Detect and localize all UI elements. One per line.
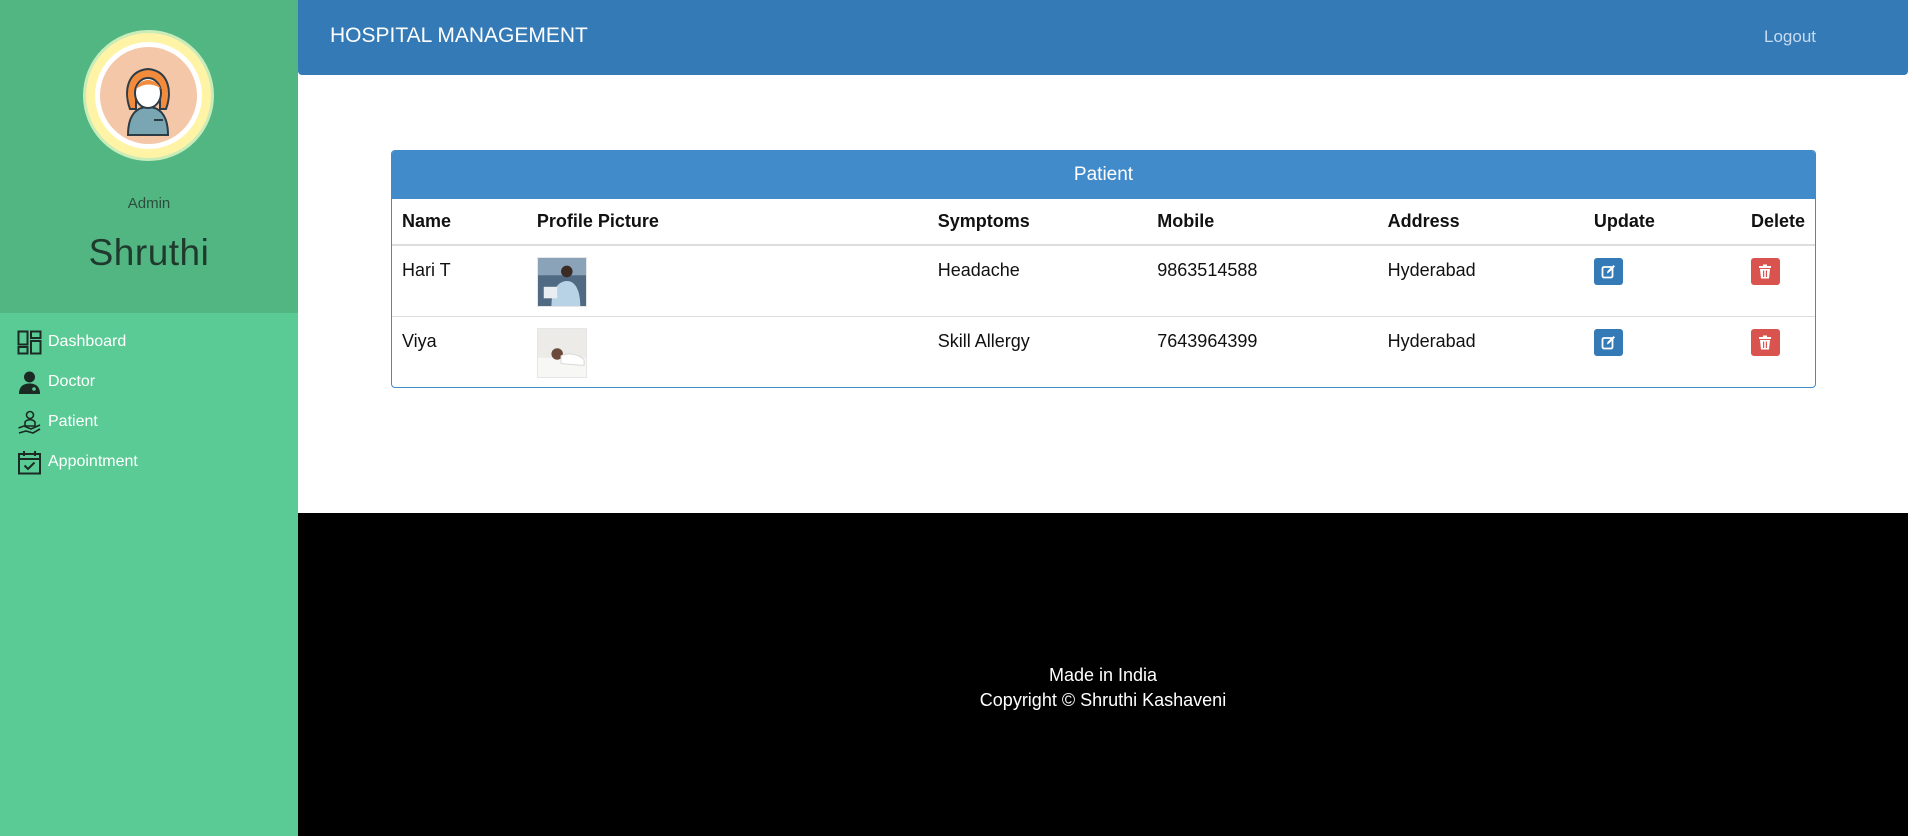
footer: Made in India Copyright © Shruthi Kashav… [298,513,1908,836]
avatar [83,30,214,161]
delete-button[interactable] [1750,328,1780,356]
column-header: Address [1377,199,1584,246]
footer-made-in: Made in India [1048,665,1158,685]
admin-avatar-icon [100,47,197,144]
doctor-icon [19,371,40,394]
column-header: Profile Picture [526,199,928,246]
footer-copyright: Copyright © Shruthi Kashaveni [979,690,1227,710]
column-header: Mobile [1147,199,1378,246]
app-page: Admin Shruthi Dashboard Doctor Patient A… [0,0,1913,836]
patient-name: Hari T [402,260,451,280]
patient-name: Viya [392,315,527,387]
panel-title: Patient [392,151,1815,199]
logout-link[interactable]: Logout [1764,27,1816,47]
sidebar-nav: Dashboard Doctor Patient Appointment [0,322,298,482]
patient-table: Name Profile Picture Symptoms Mobile Add… [392,199,1815,387]
sidebar-item-label: Dashboard [48,333,127,350]
table-row: Viya Skill Allergy 7643964399 Hyderabad [392,315,1815,387]
calendar-check-icon [18,450,41,474]
sidebar-item-appointment[interactable]: Appointment [0,442,298,482]
column-header: Delete [1740,199,1815,246]
column-header: Update [1583,199,1741,246]
user-role: Admin [127,195,171,212]
patient-address: Hyderabad [1387,260,1476,280]
sidebar-item-patient[interactable]: Patient [0,402,298,442]
trash-icon [1759,335,1772,349]
patient-mobile: 7643964399 [1147,315,1378,387]
profile-section: Admin Shruthi [0,0,298,313]
patient-symptoms: Headache [937,260,1020,280]
update-button[interactable] [1593,328,1623,356]
user-name: Shruthi [88,232,210,273]
patient-panel: Patient Name Profile Picture Symptoms Mo… [391,150,1816,388]
top-navbar: HOSPITAL MANAGEMENT Logout [298,0,1908,75]
sidebar-item-label: Appointment [48,453,138,470]
sidebar-item-dashboard[interactable]: Dashboard [0,322,298,362]
patient-icon [18,410,41,434]
table-row: Hari T Headache 9863514588 Hyderabad [392,245,1815,316]
column-header: Symptoms [927,199,1148,246]
sidebar-item-doctor[interactable]: Doctor [0,362,298,402]
app-title[interactable]: HOSPITAL MANAGEMENT [330,24,588,48]
update-button[interactable] [1593,258,1623,285]
table-header-row: Name Profile Picture Symptoms Mobile Add… [392,199,1815,246]
edit-icon [1601,265,1615,279]
sidebar-item-label: Patient [48,413,98,430]
patient-photo [536,327,587,378]
sidebar-item-label: Doctor [48,373,96,390]
patient-address: Hyderabad [1377,315,1584,387]
trash-icon [1759,264,1772,279]
patient-mobile: 9863514588 [1157,260,1258,280]
column-header: Name [392,199,527,246]
patient-symptoms: Skill Allergy [927,315,1148,387]
patient-photo [536,257,587,307]
edit-icon [1601,335,1615,349]
sidebar: Admin Shruthi Dashboard Doctor Patient A… [0,0,298,836]
dashboard-icon [17,330,42,354]
delete-button[interactable] [1750,258,1780,285]
